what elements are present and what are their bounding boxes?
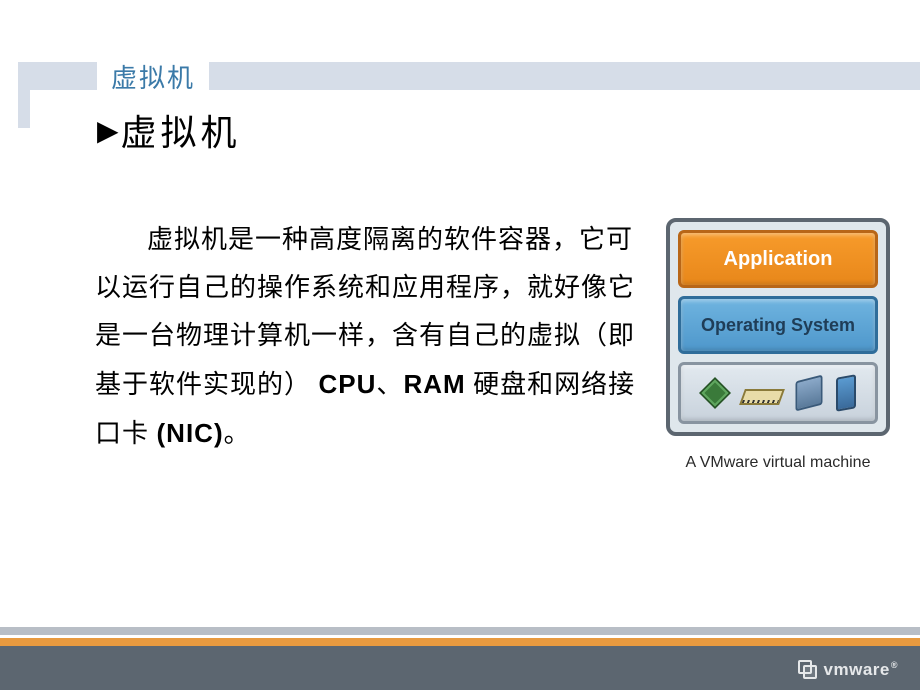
body-cpu: CPU [319,369,377,399]
body-suffix: 。 [224,419,251,448]
disk-icon [796,375,823,412]
brand-name: vmware [824,660,890,679]
body-ram: RAM [403,369,465,399]
footer-band [0,646,920,690]
body-paragraph: 虚拟机是一种高度隔离的软件容器，它可以运行自己的操作系统和应用程序，就好像它是一… [95,216,655,458]
body-nic: (NIC) [157,418,224,448]
registered-mark: ® [891,660,898,670]
vmware-boxes-icon [798,660,818,680]
vm-diagram: Application Operating System A VMware vi… [666,218,890,472]
diagram-caption: A VMware virtual machine [666,454,890,472]
slide-title: 虚拟机 [121,104,241,156]
slide: 虚拟机 ▶ 虚拟机 虚拟机是一种高度隔离的软件容器，它可以运行自己的操作系统和应… [0,0,920,690]
footer-stripe-gray [0,627,920,635]
ram-icon [739,389,785,405]
layer-application: Application [678,230,878,288]
body-text-block: 虚拟机是一种高度隔离的软件容器，它可以运行自己的操作系统和应用程序，就好像它是一… [95,216,655,458]
body-sep1: 、 [376,370,403,399]
footer-stripe-orange [0,638,920,646]
layer-operating-system: Operating System [678,296,878,354]
vmware-logo: vmware® [798,660,898,680]
header-accent [18,62,30,128]
layer-hardware [678,362,878,424]
title-row: ▶ 虚拟机 [97,104,241,156]
cpu-icon [699,377,731,409]
nic-icon [836,374,856,412]
vm-frame: Application Operating System [666,218,890,436]
header-tab-label: 虚拟机 [97,58,209,95]
bullet-arrow-icon: ▶ [97,114,119,147]
vmware-logo-text: vmware® [824,660,898,680]
